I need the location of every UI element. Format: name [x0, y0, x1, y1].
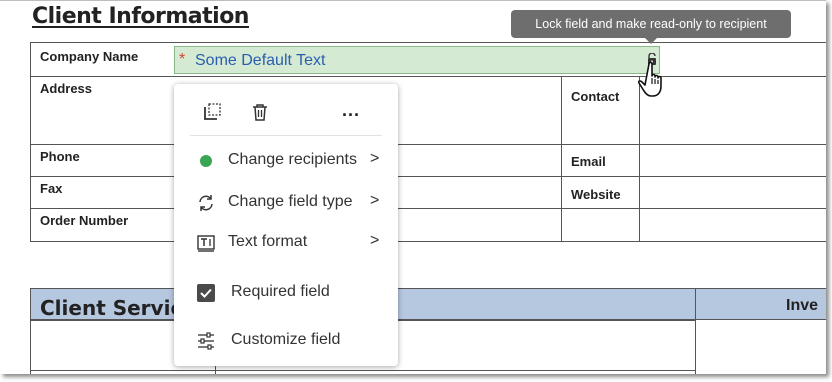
recipient-dot-icon: [200, 155, 212, 167]
field-default-text: Some Default Text: [195, 52, 326, 69]
label-order-number: Order Number: [40, 213, 129, 228]
menu-item-label: Change field type: [228, 193, 353, 210]
menu-item-customize-field[interactable]: Customize field: [174, 322, 398, 360]
hand-cursor-icon: [638, 61, 662, 97]
sliders-icon: [198, 332, 214, 350]
chevron-right-icon: >: [370, 150, 380, 167]
label-company-name: Company Name: [40, 49, 139, 64]
label-phone: Phone: [40, 149, 80, 164]
field-context-menu: ... Change recipients > Change field typ…: [174, 84, 398, 366]
menu-toolbar: ...: [174, 84, 398, 136]
menu-item-label: Customize field: [231, 331, 341, 348]
label-fax: Fax: [40, 181, 63, 196]
more-options-icon[interactable]: ...: [342, 100, 360, 121]
chevron-right-icon: >: [370, 192, 380, 209]
menu-item-text-format[interactable]: Text format >: [174, 224, 398, 262]
section-heading: Client Information: [32, 4, 249, 29]
required-marker: *: [179, 51, 186, 68]
document-page: Client Information Company Name Address …: [0, 0, 826, 374]
duplicate-icon[interactable]: [202, 102, 222, 122]
trash-icon[interactable]: [250, 102, 270, 122]
label-address: Address: [40, 81, 93, 96]
label-email: Email: [571, 154, 606, 169]
menu-item-label: Required field: [231, 283, 330, 300]
chevron-right-icon: >: [370, 232, 380, 249]
page-top-border: [0, 0, 826, 1]
label-website: Website: [571, 187, 621, 202]
client-service-title: Client Servic: [40, 296, 183, 320]
checkbox-checked-icon[interactable]: [196, 283, 216, 303]
menu-item-label: Change recipients: [228, 151, 357, 168]
refresh-icon: [199, 195, 213, 211]
menu-divider: [190, 135, 382, 136]
menu-item-required-field[interactable]: Required field: [174, 274, 398, 312]
label-contact: Contact: [571, 89, 620, 104]
menu-item-change-field-type[interactable]: Change field type >: [174, 184, 398, 222]
lock-tooltip: Lock field and make read-only to recipie…: [511, 10, 791, 38]
text-format-icon: [197, 235, 215, 252]
menu-item-change-recipients[interactable]: Change recipients >: [174, 142, 398, 180]
inventory-title: Inve: [786, 297, 819, 314]
menu-item-label: Text format: [228, 233, 308, 250]
tooltip-arrow: [645, 38, 657, 44]
company-name-field[interactable]: * Some Default Text: [174, 46, 660, 74]
